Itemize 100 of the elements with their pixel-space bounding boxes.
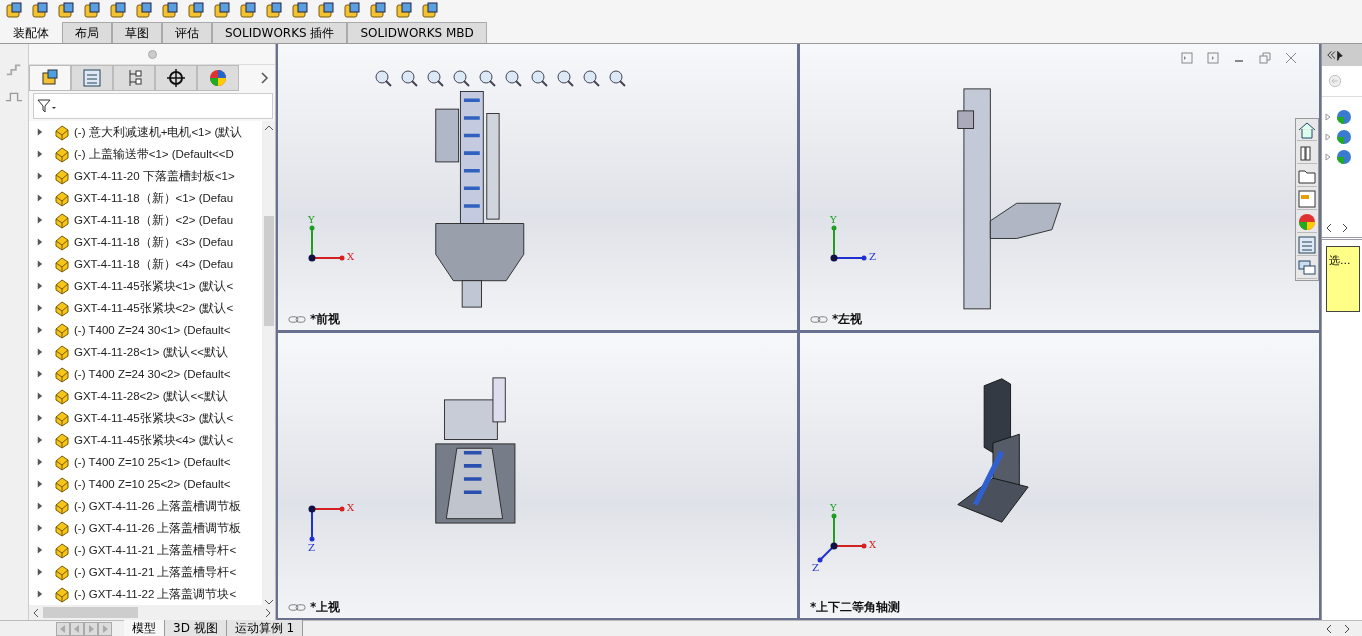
note-text: 选...	[1329, 254, 1351, 267]
tree-item[interactable]: GXT-4-11-28<2> (默认<<默认	[74, 388, 228, 404]
model-tab[interactable]: 模型	[124, 620, 165, 636]
expand-arrow-icon[interactable]	[36, 260, 43, 268]
assembly-icon[interactable]	[29, 65, 71, 91]
origin-dot	[830, 254, 838, 261]
tree-item[interactable]: (-) GXT-4-11-26 上落盖槽调节板	[74, 520, 242, 536]
expand-arrow-icon[interactable]	[36, 436, 43, 444]
part-icon	[53, 167, 71, 185]
model-tab[interactable]: 3D 视图	[165, 620, 227, 636]
tree-item[interactable]: (-) T400 Z=10 25<2> (Default<	[74, 478, 231, 490]
tree-item[interactable]: (-) T400 Z=24 30<1> (Default<	[74, 324, 231, 336]
scroll-left-icon[interactable]	[1326, 223, 1332, 233]
expand-arrow-icon[interactable]	[36, 370, 43, 378]
expand-arrow-icon[interactable]	[36, 194, 43, 202]
expand-arrow-icon[interactable]	[36, 590, 43, 598]
tree-item[interactable]: GXT-4-11-45张紧块<4> (默认<	[74, 432, 234, 448]
command-tab[interactable]: SOLIDWORKS 插件	[212, 22, 348, 43]
model-tab[interactable]: 运动算例 1	[226, 620, 304, 636]
close-icon[interactable]	[1285, 52, 1297, 64]
expand-arrow-icon[interactable]	[36, 238, 43, 246]
property-list-icon[interactable]	[71, 65, 113, 91]
part-icon	[53, 211, 71, 229]
expand-arrow-icon[interactable]	[36, 150, 43, 158]
scroll-right-icon[interactable]	[1344, 623, 1350, 634]
expand-arrow-icon[interactable]	[36, 172, 43, 180]
expand-arrow-icon[interactable]	[36, 524, 43, 532]
scroll-right-icon[interactable]	[265, 607, 271, 618]
expand-arrow-icon[interactable]	[36, 480, 43, 488]
tree-item[interactable]: (-) GXT-4-11-21 上落盖槽导杆<	[74, 564, 237, 580]
home-icon[interactable]	[1297, 120, 1317, 141]
origin-dot	[830, 542, 838, 550]
grip-icon[interactable]	[147, 49, 157, 59]
link-icon[interactable]	[288, 314, 306, 324]
tree-item[interactable]: GXT-4-11-45张紧块<3> (默认<	[74, 410, 234, 426]
expand-arrow-icon[interactable]	[36, 392, 43, 400]
view-name: *上视	[310, 599, 341, 616]
tree-item[interactable]: (-) 上盖输送带<1> (Default<<D	[74, 146, 234, 162]
tree-item[interactable]: (-) T400 Z=24 30<2> (Default<	[74, 368, 231, 380]
expand-arrow-icon[interactable]	[36, 414, 43, 422]
axis-label: Z	[308, 542, 315, 553]
tile-left-icon[interactable]	[1181, 52, 1193, 64]
expand-arrow-icon[interactable]	[36, 502, 43, 510]
tree-item[interactable]: (-) GXT-4-11-21 上落盖槽导杆<	[74, 542, 237, 558]
expand-arrow-icon[interactable]	[36, 458, 43, 466]
view-name: *前视	[310, 310, 341, 328]
part-icon	[53, 431, 71, 449]
tree-item[interactable]: GXT-4-11-18（新）<3> (Defau	[74, 234, 234, 250]
chevron-right-icon[interactable]	[261, 72, 269, 84]
tree-item[interactable]: (-) GXT-4-11-22 上落盖调节块<	[74, 586, 237, 602]
tree-item[interactable]: GXT-4-11-18（新）<4> (Defau	[74, 256, 234, 272]
tree-item[interactable]: GXT-4-11-18（新）<1> (Defau	[74, 190, 234, 206]
tree-item[interactable]: (-) 意大利减速机+电机<1> (默认	[74, 124, 243, 140]
palette-icon[interactable]	[1297, 189, 1317, 210]
books-icon[interactable]	[1297, 143, 1317, 164]
expand-arrow-icon[interactable]	[36, 568, 43, 576]
zoom-fit-icon[interactable]	[373, 68, 393, 88]
part-icon	[53, 277, 71, 295]
link-icon[interactable]	[810, 314, 828, 324]
scrollbar-thumb[interactable]	[43, 607, 138, 618]
filter-icon[interactable]	[36, 98, 58, 114]
chat-icon[interactable]	[1297, 258, 1317, 279]
scroll-left-icon[interactable]	[33, 607, 39, 618]
expand-arrow-icon[interactable]	[36, 326, 43, 334]
expand-arrow-icon[interactable]	[36, 128, 43, 136]
view-name: *左视	[832, 310, 863, 328]
tree-item[interactable]: (-) GXT-4-11-26 上落盖槽调节板	[74, 498, 242, 514]
part-icon	[53, 255, 71, 273]
command-tab[interactable]: 评估	[162, 22, 212, 43]
tile-right-icon[interactable]	[1207, 52, 1219, 64]
tree-item[interactable]: GXT-4-11-20 下落盖槽封板<1>	[74, 168, 235, 184]
crosshair-icon[interactable]	[155, 65, 197, 91]
expand-arrow-icon[interactable]	[36, 216, 43, 224]
tree-item[interactable]: GXT-4-11-45张紧块<2> (默认<	[74, 300, 234, 316]
tree-item[interactable]: GXT-4-11-45张紧块<1> (默认<	[74, 278, 234, 294]
part-icon	[53, 563, 71, 581]
part-icon	[53, 387, 71, 405]
scroll-down-icon[interactable]	[263, 599, 274, 605]
tree-item[interactable]: GXT-4-11-28<1> (默认<<默认	[74, 344, 228, 360]
command-tab[interactable]: 布局	[62, 22, 112, 43]
tree-item[interactable]: (-) T400 Z=10 25<1> (Default<	[74, 456, 231, 468]
scrollbar-thumb[interactable]	[263, 216, 274, 326]
part-icon	[53, 453, 71, 471]
expand-arrow-icon[interactable]	[36, 348, 43, 356]
link-icon[interactable]	[288, 603, 306, 612]
expand-arrow-icon[interactable]	[36, 546, 43, 554]
part-icon	[53, 365, 71, 383]
collapse-pin-icon[interactable]	[1326, 48, 1344, 62]
axis-label: Y	[830, 502, 837, 513]
color-ball-icon[interactable]	[1297, 212, 1317, 233]
expand-arrow-icon[interactable]	[36, 304, 43, 312]
expand-arrow-icon[interactable]	[36, 282, 43, 290]
part-icon	[53, 145, 71, 163]
tree-item[interactable]: GXT-4-11-18（新）<2> (Defau	[74, 212, 234, 228]
scroll-right-icon[interactable]	[1342, 223, 1348, 233]
command-tab[interactable]: SOLIDWORKS MBD	[347, 22, 487, 43]
scroll-left-icon[interactable]	[1326, 623, 1332, 634]
axis-label: Y	[308, 213, 315, 225]
scroll-up-icon[interactable]	[263, 125, 274, 131]
command-tab[interactable]: 草图	[112, 22, 162, 43]
